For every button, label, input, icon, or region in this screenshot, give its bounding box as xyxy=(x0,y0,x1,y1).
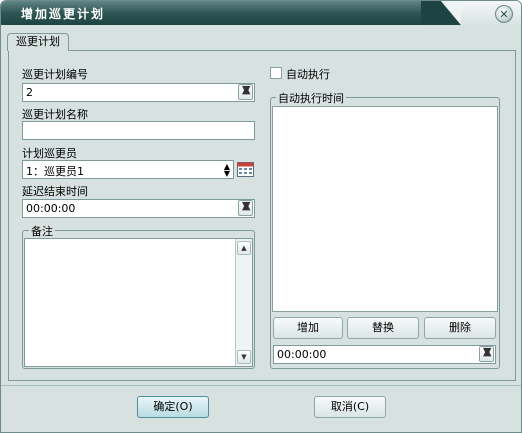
footer-divider xyxy=(1,385,521,386)
delay-end-time-value: 00:00:00 xyxy=(26,202,76,215)
auto-time-field[interactable]: 00:00:00 ▲ ▼ xyxy=(273,345,496,364)
plan-number-value: 2 xyxy=(26,86,33,99)
remarks-scrollbar[interactable]: ▲ ▼ xyxy=(235,239,252,366)
plan-number-field[interactable]: 2 ▲ ▼ xyxy=(22,83,255,102)
auto-time-spinner[interactable]: ▲ ▼ xyxy=(479,346,494,362)
window-title: 增加巡更计划 xyxy=(21,7,106,21)
calendar-icon[interactable] xyxy=(237,161,254,177)
scroll-up-icon[interactable]: ▲ xyxy=(237,241,251,255)
spin-down-icon: ▼ xyxy=(483,345,492,358)
tab-label: 巡更计划 xyxy=(16,35,60,48)
delay-end-time-spinner[interactable]: ▲ ▼ xyxy=(238,200,253,216)
close-button[interactable]: ✕ xyxy=(495,5,513,23)
auto-execute-label: 自动执行 xyxy=(286,68,330,81)
ok-button[interactable]: 确定(O) xyxy=(137,396,209,418)
patroller-value: 1：巡更员1 xyxy=(26,165,84,178)
remarks-textarea[interactable]: ▲ ▼ xyxy=(24,238,253,367)
auto-time-group-label: 自动执行时间 xyxy=(276,90,346,106)
spin-down-icon: ▼ xyxy=(242,83,251,96)
chevron-updown-icon: ▲ ▼ xyxy=(223,162,230,178)
plan-number-spinner[interactable]: ▲ ▼ xyxy=(238,84,253,100)
delete-button[interactable]: 删除 xyxy=(424,317,496,339)
plan-name-field[interactable] xyxy=(22,121,255,140)
auto-time-list[interactable] xyxy=(272,106,498,312)
dialog-window: 增加巡更计划 ✕ 巡更计划 巡更计划编号 2 ▲ ▼ 巡更计划名称 计划巡更员 … xyxy=(0,0,522,433)
replace-button[interactable]: 替换 xyxy=(347,317,419,339)
delay-end-time-label: 延迟结束时间 xyxy=(22,185,88,198)
scroll-down-icon[interactable]: ▼ xyxy=(237,350,251,364)
auto-time-value: 00:00:00 xyxy=(277,348,327,361)
cancel-button[interactable]: 取消(C) xyxy=(314,396,386,418)
patroller-label: 计划巡更员 xyxy=(22,147,77,160)
close-icon: ✕ xyxy=(499,7,509,21)
patroller-select[interactable]: 1：巡更员1 ▲ ▼ xyxy=(22,160,234,179)
title-bar[interactable]: 增加巡更计划 ✕ xyxy=(1,1,521,25)
tab-patrol-plan[interactable]: 巡更计划 xyxy=(7,33,69,51)
auto-execute-checkbox[interactable] xyxy=(270,67,282,79)
plan-name-label: 巡更计划名称 xyxy=(22,108,88,121)
title-bar-slope xyxy=(421,1,461,25)
plan-number-label: 巡更计划编号 xyxy=(22,68,88,81)
spin-down-icon: ▼ xyxy=(242,199,251,212)
remarks-label: 备注 xyxy=(29,223,55,239)
delay-end-time-field[interactable]: 00:00:00 ▲ ▼ xyxy=(22,199,255,218)
add-button[interactable]: 增加 xyxy=(273,317,343,339)
